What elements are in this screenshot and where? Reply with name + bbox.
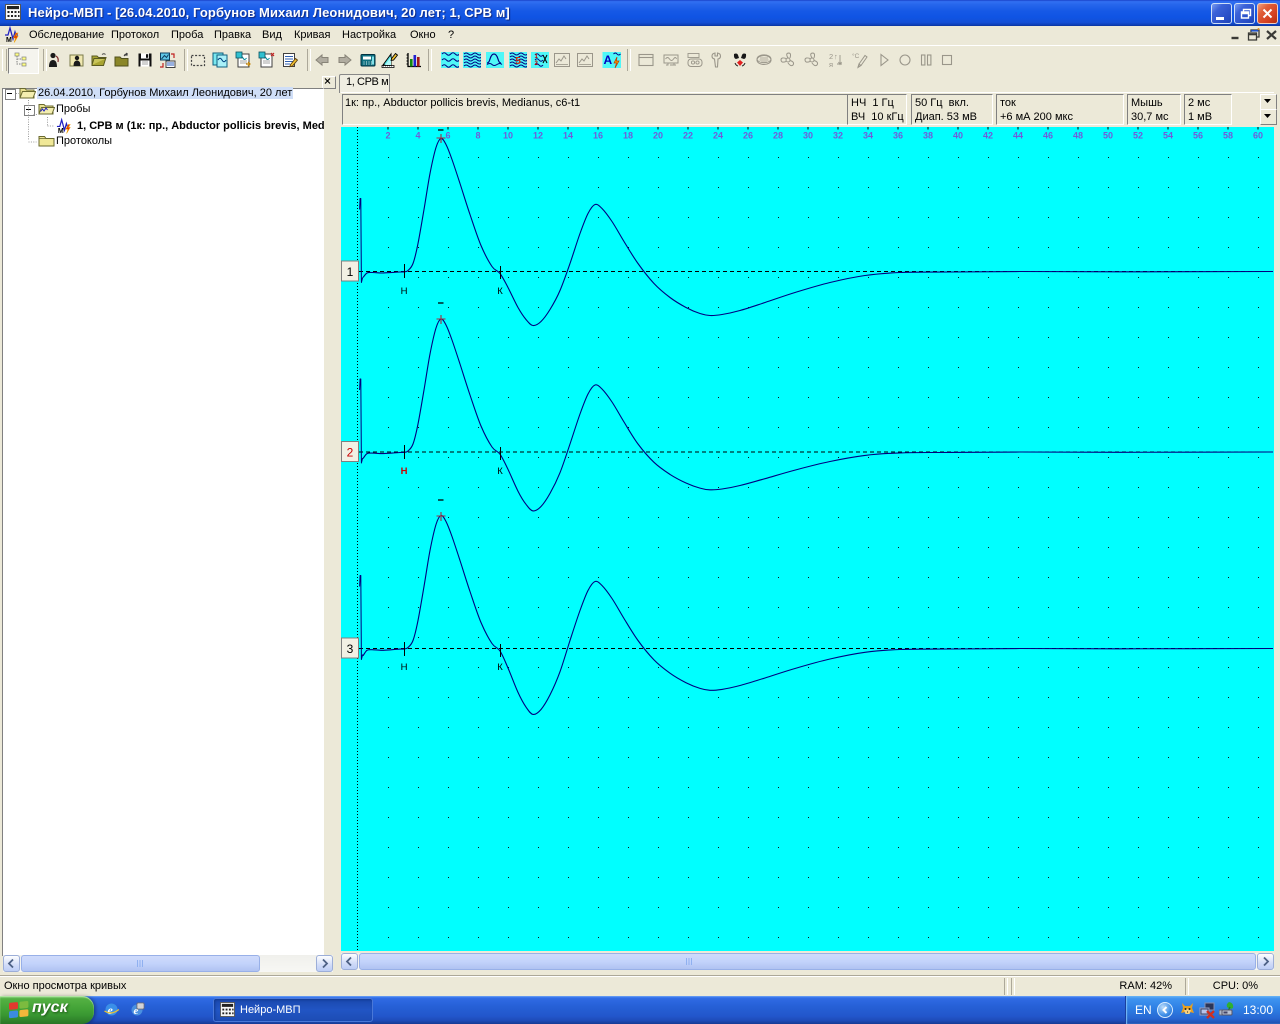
svg-text:38: 38	[923, 131, 933, 141]
svg-text:18: 18	[623, 131, 633, 141]
svg-text:Н: Н	[401, 662, 408, 673]
svg-text:Н: Н	[401, 286, 408, 297]
svg-text:3: 3	[347, 642, 354, 656]
svg-text:10: 10	[503, 131, 513, 141]
svg-text:°C: °C	[852, 52, 860, 60]
svg-text:Н: Н	[401, 466, 408, 477]
svg-text:26: 26	[743, 131, 753, 141]
svg-text:e: e	[108, 1003, 114, 1017]
svg-text:14: 14	[563, 131, 573, 141]
svg-text:34: 34	[863, 131, 873, 141]
svg-text:60: 60	[1253, 131, 1263, 141]
svg-text:2: 2	[347, 446, 354, 460]
svg-text:6: 6	[445, 131, 450, 141]
svg-text:40: 40	[953, 131, 963, 141]
svg-text:16: 16	[593, 131, 603, 141]
svg-text:30: 30	[803, 131, 813, 141]
svg-text:42: 42	[983, 131, 993, 141]
svg-text:24: 24	[713, 131, 723, 141]
svg-text:32: 32	[833, 131, 843, 141]
svg-text:36: 36	[893, 131, 903, 141]
svg-text:56: 56	[1193, 131, 1203, 141]
svg-text:20: 20	[653, 131, 663, 141]
svg-text:А: А	[604, 53, 613, 67]
svg-text:4: 4	[415, 131, 420, 141]
svg-text:↑: ↑	[834, 52, 838, 61]
svg-text:К: К	[497, 662, 503, 673]
svg-text:46: 46	[1043, 131, 1053, 141]
svg-text:К: К	[497, 466, 503, 477]
svg-text:28: 28	[773, 131, 783, 141]
svg-text:50: 50	[1103, 131, 1113, 141]
svg-text:К: К	[497, 286, 503, 297]
svg-text:54: 54	[1163, 131, 1173, 141]
svg-text:52: 52	[1133, 131, 1143, 141]
svg-text:2: 2	[385, 131, 390, 141]
svg-text:44: 44	[1013, 131, 1023, 141]
svg-text:1: 1	[347, 265, 354, 279]
svg-text:48: 48	[1073, 131, 1083, 141]
svg-text:5: 5	[515, 56, 521, 67]
svg-text:12: 12	[533, 131, 543, 141]
svg-text:58: 58	[1223, 131, 1233, 141]
svg-text:я: я	[829, 60, 833, 69]
svg-text:8: 8	[475, 131, 480, 141]
svg-text:22: 22	[683, 131, 693, 141]
